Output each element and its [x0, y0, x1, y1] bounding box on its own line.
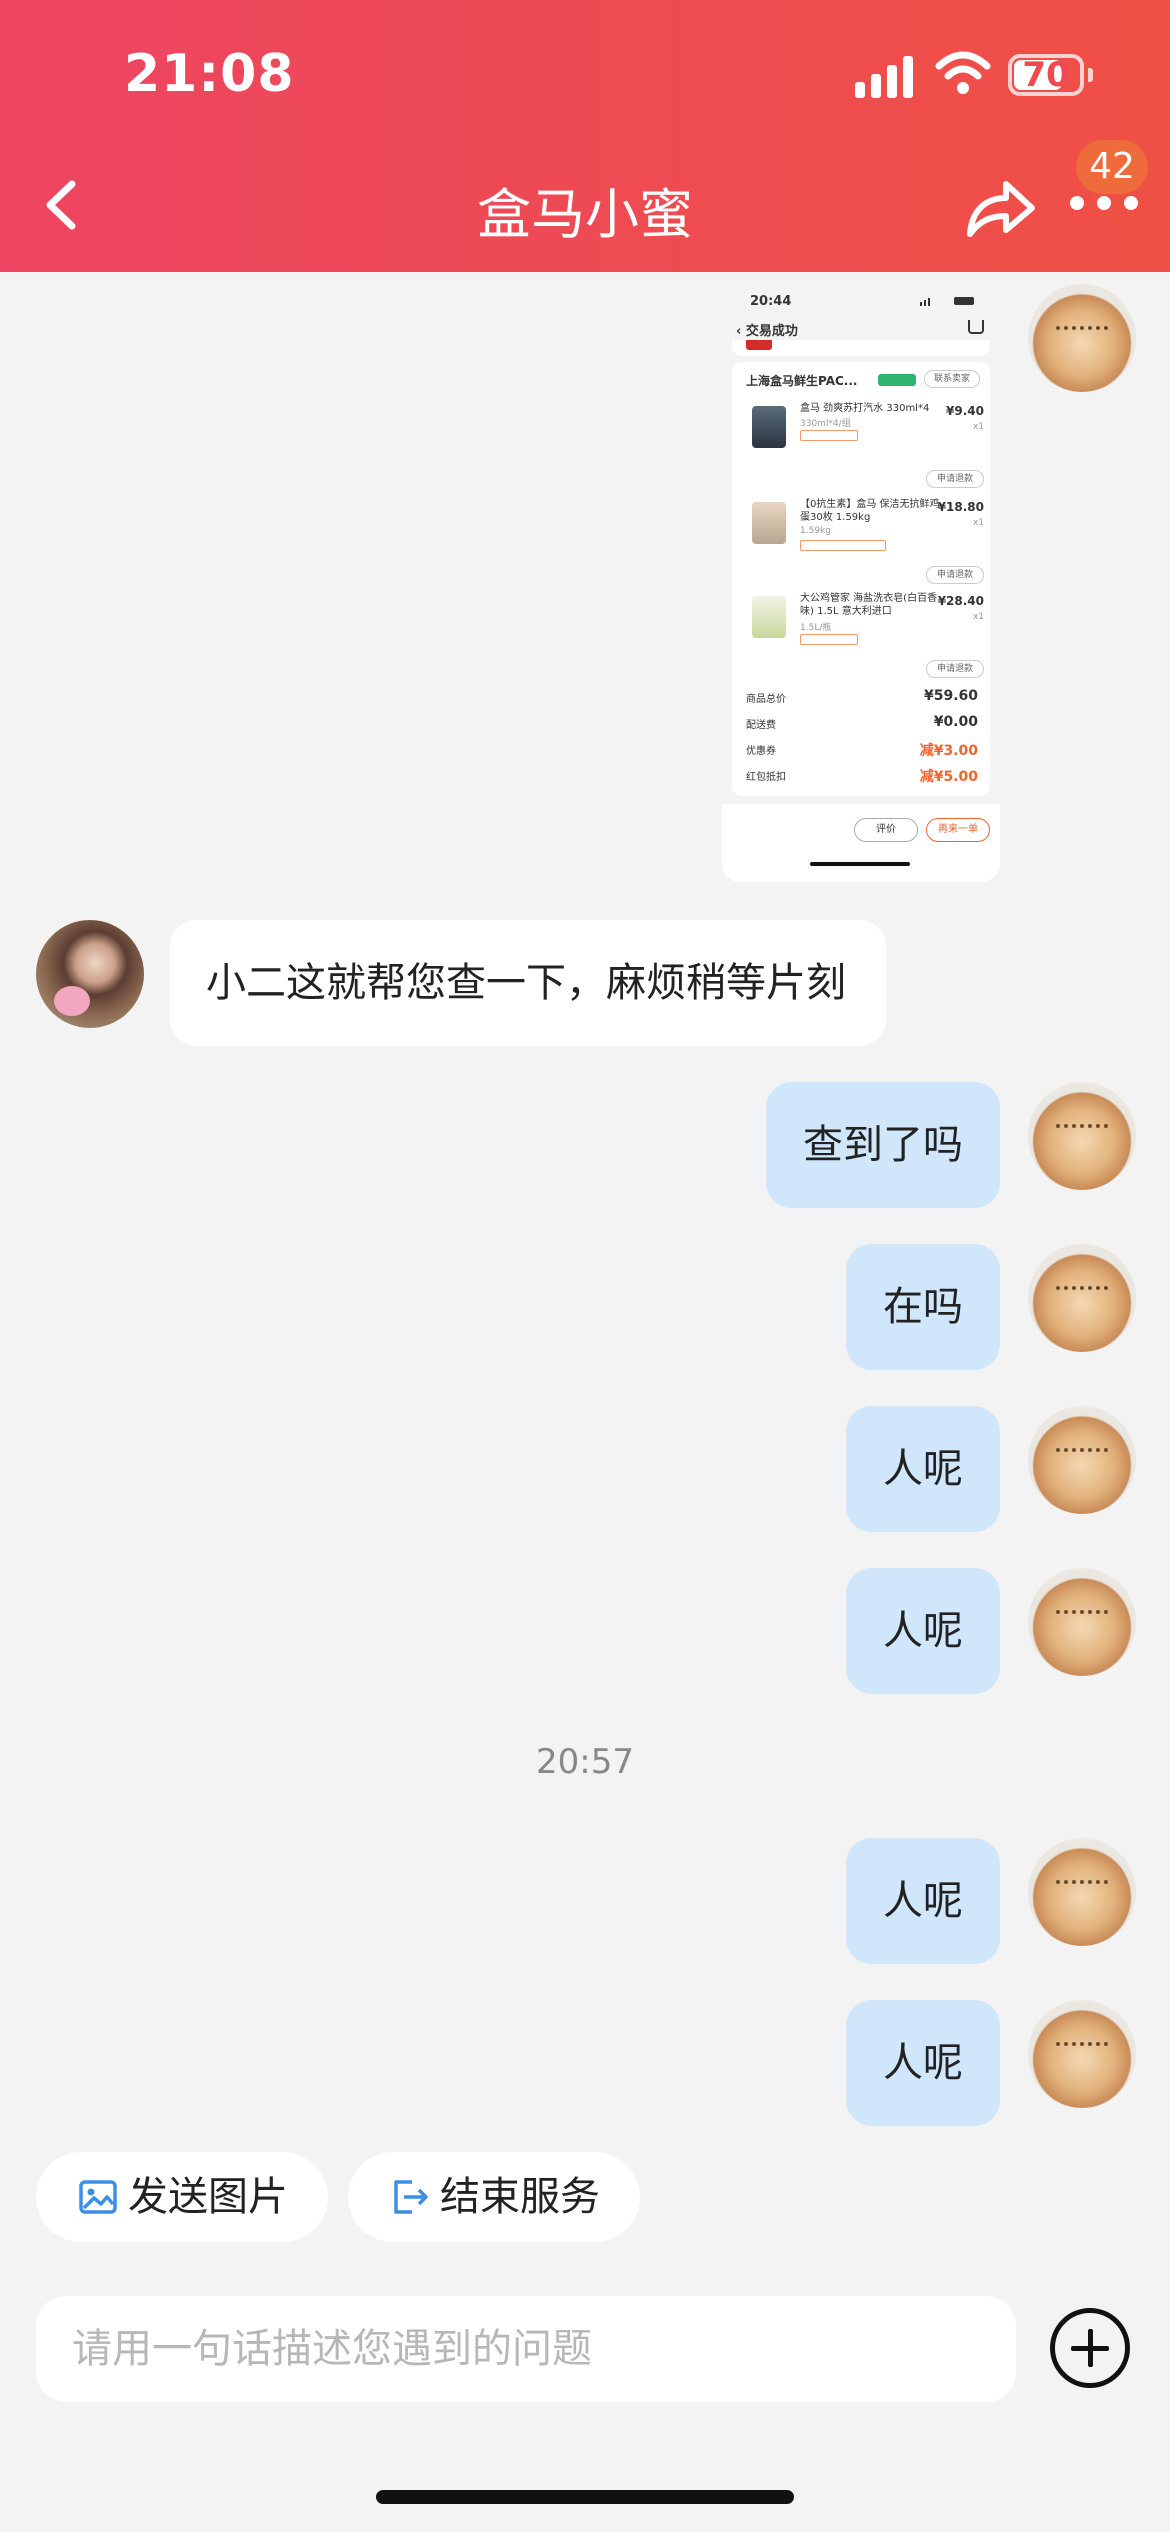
more-icon[interactable]: [1070, 196, 1138, 216]
my-avatar[interactable]: [1028, 284, 1136, 392]
order-screenshot-message[interactable]: 20:44 ‹ 交易成功 上海盒马鲜生PAC... 联系卖家 盒马 劲爽苏打汽水…: [722, 284, 1000, 882]
signal-icon: [855, 54, 915, 98]
battery-nub: [1088, 68, 1093, 82]
shot-item-thumb: [752, 502, 786, 544]
shot-order-card: 上海盒马鲜生PAC... 联系卖家 盒马 劲爽苏打汽水 330ml*4 330m…: [732, 362, 990, 796]
end-service-label: 结束服务: [440, 2174, 600, 2220]
shot-item: 【0抗生素】盒马 保洁无抗鲜鸡蛋30枚 1.59kg 1.59kg ¥18.80…: [744, 496, 984, 586]
shot-bottom-bar: 评价 再来一单: [722, 804, 1000, 882]
shot-store-name: 上海盒马鲜生PAC...: [746, 374, 858, 388]
my-message-bubble[interactable]: 人呢: [846, 1406, 1000, 1532]
shot-item: 大公鸡管家 海盐洗衣皂(白百香味) 1.5L 意大利进口 1.5L/瓶 ¥28.…: [744, 590, 984, 680]
shot-item-qty: x1: [972, 518, 984, 528]
send-image-button[interactable]: 发送图片: [36, 2152, 328, 2242]
shot-store-tag: [878, 374, 916, 386]
shot-item-thumb: [752, 596, 786, 638]
my-message-bubble[interactable]: 人呢: [846, 1838, 1000, 1964]
message-timestamp: 20:57: [536, 1742, 634, 1782]
shot-top-strip: [732, 340, 990, 356]
my-avatar[interactable]: [1028, 1244, 1136, 1352]
shot-review-button: 评价: [854, 818, 918, 842]
shot-item-spec: 1.59kg: [800, 526, 831, 536]
shot-summary-row: 商品总价 ¥59.60: [746, 688, 978, 705]
shot-item-name: 盒马 劲爽苏打汽水 330ml*4: [800, 403, 930, 414]
shot-item-spec: 330ml*4/组: [800, 419, 851, 429]
shot-status-icons: [920, 297, 974, 306]
shot-rebuy-button: 再来一单: [926, 818, 990, 842]
status-time: 21:08: [124, 44, 295, 104]
my-message-bubble[interactable]: 在吗: [846, 1244, 1000, 1370]
shot-summary-row: 优惠券 减¥3.00: [746, 743, 978, 759]
battery-level: 70: [1022, 55, 1070, 95]
shot-item-qty: x1: [972, 422, 984, 432]
shot-summary-row: 配送费 ¥0.00: [746, 714, 978, 731]
shot-cart-icon: [968, 320, 984, 334]
message-input[interactable]: 请用一句话描述您遇到的问题: [36, 2296, 1016, 2402]
agent-message-bubble[interactable]: 小二这就帮您查一下，麻烦稍等片刻: [170, 920, 886, 1046]
agent-avatar[interactable]: [36, 920, 144, 1028]
header-bar: 21:08 70 盒马小蜜 42: [0, 0, 1170, 272]
my-message-bubble[interactable]: 人呢: [846, 1568, 1000, 1694]
shot-item-tag: [800, 540, 886, 551]
unread-badge: 42: [1076, 140, 1148, 194]
shot-item-tag: [800, 634, 858, 645]
share-icon[interactable]: [962, 172, 1038, 242]
send-image-label: 发送图片: [128, 2174, 288, 2220]
battery-icon: 70: [1008, 54, 1084, 96]
shot-home-indicator: [810, 862, 910, 866]
my-avatar[interactable]: [1028, 2000, 1136, 2108]
shot-refund-button: 申请退款: [926, 566, 984, 584]
shot-item-price: ¥9.40: [946, 404, 984, 418]
shot-status-time: 20:44: [750, 294, 792, 309]
shot-item-price: ¥28.40: [937, 594, 984, 608]
shot-item-tag: [800, 430, 858, 441]
shot-refund-button: 申请退款: [926, 660, 984, 678]
exit-icon: [394, 2180, 428, 2214]
shot-item-qty: x1: [972, 612, 984, 622]
shot-item-name: 【0抗生素】盒马 保洁无抗鲜鸡蛋30枚 1.59kg: [800, 499, 940, 523]
shot-item: 盒马 劲爽苏打汽水 330ml*4 330ml*4/组 ¥9.40 x1 申请退…: [744, 400, 984, 490]
end-service-button[interactable]: 结束服务: [348, 2152, 640, 2242]
image-icon: [79, 2180, 117, 2214]
shot-refund-button: 申请退款: [926, 470, 984, 488]
shot-item-name: 大公鸡管家 海盐洗衣皂(白百香味) 1.5L 意大利进口: [800, 593, 938, 617]
my-avatar[interactable]: [1028, 1082, 1136, 1190]
shot-contact-button: 联系卖家: [924, 370, 980, 388]
home-indicator: [376, 2490, 794, 2504]
shot-nav-title: ‹ 交易成功: [736, 324, 798, 339]
shot-item-spec: 1.5L/瓶: [800, 623, 832, 633]
shot-summary-row: 红包抵扣 减¥5.00: [746, 769, 978, 785]
plus-icon[interactable]: [1050, 2308, 1130, 2388]
my-avatar[interactable]: [1028, 1838, 1136, 1946]
wifi-icon: [935, 51, 991, 94]
my-avatar[interactable]: [1028, 1406, 1136, 1514]
my-message-bubble[interactable]: 人呢: [846, 2000, 1000, 2126]
shot-item-price: ¥18.80: [937, 500, 984, 514]
shot-item-thumb: [752, 406, 786, 448]
my-message-bubble[interactable]: 查到了吗: [766, 1082, 1000, 1208]
my-avatar[interactable]: [1028, 1568, 1136, 1676]
